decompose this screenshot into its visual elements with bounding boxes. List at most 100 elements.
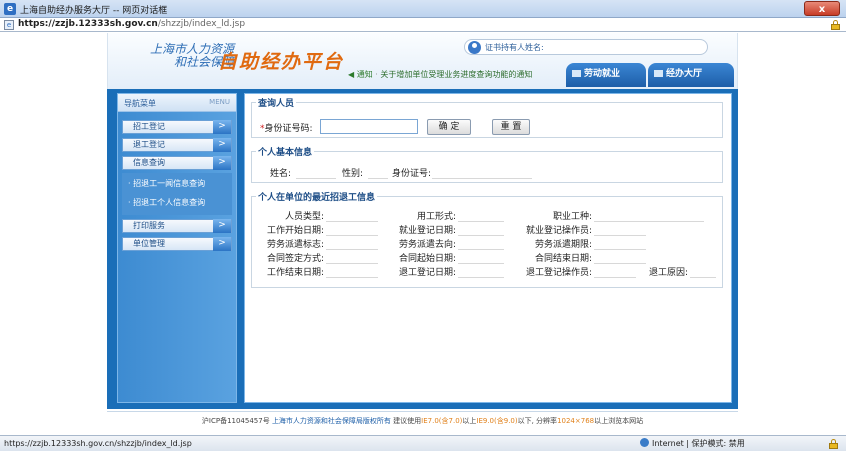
basic-info-fieldset: 个人基本信息 姓名: 性别: 身份证号: bbox=[251, 145, 723, 183]
tab-label: 劳动就业 bbox=[584, 69, 621, 79]
sidebar-subitem-personal-query[interactable]: · 招退工个人信息查询 bbox=[122, 194, 232, 211]
id-label-text: 身份证号码: bbox=[264, 124, 313, 134]
building-icon bbox=[654, 70, 663, 77]
field-value bbox=[326, 221, 378, 222]
certificate-holder: 证书持有人姓名: bbox=[464, 39, 708, 55]
field-label: 合同签定方式: bbox=[266, 254, 324, 264]
sidebar-item-label: 打印服务 bbox=[133, 221, 165, 230]
holder-label: 证书持有人姓名: bbox=[485, 43, 544, 52]
window-title-bar: e 上海自助经办服务大厅 -- 网页对话框 x bbox=[0, 0, 846, 18]
reset-button[interactable]: 重 置 bbox=[492, 119, 530, 135]
browser-hint-d: 以上浏览本网站 bbox=[594, 417, 644, 425]
laptop-icon bbox=[572, 70, 581, 77]
field-value bbox=[594, 249, 646, 250]
field-label: 用工形式: bbox=[416, 212, 456, 222]
ie-icon: e bbox=[4, 3, 16, 15]
globe-icon bbox=[640, 438, 649, 447]
icp-number: 沪ICP备11045457号 bbox=[201, 417, 270, 425]
content-area: 导航菜单 MENU 招工登记 > 退工登记 > 信息查询 > · 招退工一闻信息… bbox=[107, 89, 738, 409]
field-value bbox=[594, 263, 646, 264]
sidebar: 导航菜单 MENU 招工登记 > 退工登记 > 信息查询 > · 招退工一闻信息… bbox=[117, 93, 237, 403]
url-host: https://zzjb.12333sh.gov.cn bbox=[18, 19, 158, 29]
browser-hint-b: 以上 bbox=[462, 417, 477, 425]
field-label: 合同起始日期: bbox=[398, 254, 456, 264]
sidebar-item-print-service[interactable]: 打印服务 > bbox=[122, 219, 232, 233]
browser-ie7: IE7.0(含7.0) bbox=[421, 417, 463, 425]
field-value bbox=[458, 221, 504, 222]
notice-bar[interactable]: ◀ 通知 · 关于增加单位受理业务进度查询功能的通知 bbox=[348, 69, 532, 80]
name-label: 姓名: bbox=[270, 169, 292, 179]
lock-icon[interactable] bbox=[829, 439, 838, 449]
field-value bbox=[326, 263, 378, 264]
id-number-label: *身份证号码: bbox=[260, 121, 313, 134]
sidebar-item-hire-registration[interactable]: 招工登记 > bbox=[122, 120, 232, 134]
user-icon bbox=[468, 41, 481, 54]
notice-link[interactable]: 关于增加单位受理业务进度查询功能的通知 bbox=[380, 70, 532, 79]
sidebar-item-label: 招工登记 bbox=[133, 122, 165, 131]
sidebar-subitem-batch-query[interactable]: · 招退工一闻信息查询 bbox=[122, 175, 232, 192]
gender-value bbox=[368, 178, 388, 179]
browser-hint-c: 以下, 分辨率 bbox=[517, 417, 558, 425]
id-number-input[interactable] bbox=[320, 119, 418, 134]
field-value bbox=[326, 249, 378, 250]
field-value bbox=[594, 277, 636, 278]
window-title: 上海自助经办服务大厅 -- 网页对话框 bbox=[20, 6, 168, 16]
field-value bbox=[594, 235, 646, 236]
field-label: 劳务派遣期限: bbox=[534, 240, 592, 250]
browser-ie9: IE9.0(含9.0) bbox=[476, 417, 518, 425]
field-label: 就业登记操作员: bbox=[525, 226, 592, 236]
id-label: 身份证号: bbox=[392, 169, 432, 179]
zone-label: Internet | 保护模式: 禁用 bbox=[652, 439, 745, 448]
field-value bbox=[458, 263, 504, 264]
field-label: 就业登记日期: bbox=[398, 226, 456, 236]
status-url: https://zzjb.12333sh.gov.cn/shzzjb/index… bbox=[4, 439, 192, 448]
sidebar-item-dismissal-registration[interactable]: 退工登记 > bbox=[122, 138, 232, 152]
sidebar-item-info-query[interactable]: 信息查询 > bbox=[122, 156, 232, 170]
notice-prefix: ◀ 通知 bbox=[348, 70, 373, 79]
sidebar-menu-tag: MENU bbox=[209, 98, 230, 106]
tab-labor-employment[interactable]: 劳动就业 bbox=[566, 63, 646, 87]
field-label: 工作开始日期: bbox=[266, 226, 324, 236]
sidebar-title: 导航菜单 bbox=[124, 99, 156, 108]
id-value bbox=[432, 178, 532, 179]
field-label: 劳务派遣标志: bbox=[266, 240, 324, 250]
field-label: 工作结束日期: bbox=[266, 268, 324, 278]
query-legend: 查询人员 bbox=[258, 99, 295, 109]
address-bar[interactable]: e https://zzjb.12333sh.gov.cn/shzzjb/ind… bbox=[0, 18, 846, 32]
security-zone[interactable]: Internet | 保护模式: 禁用 bbox=[640, 436, 745, 451]
copyright-org: 上海市人力资源和社会保障局版权所有 bbox=[271, 417, 391, 425]
browser-hint-a: 建议使用 bbox=[393, 417, 422, 425]
gender-label: 性别: bbox=[342, 169, 364, 179]
chevron-right-icon: > bbox=[213, 219, 231, 233]
recent-legend: 个人在单位的最近招退工信息 bbox=[258, 193, 376, 203]
tab-label: 经办大厅 bbox=[666, 69, 703, 79]
notice-sep: · bbox=[375, 70, 378, 79]
basic-legend: 个人基本信息 bbox=[258, 148, 313, 158]
address-url[interactable]: https://zzjb.12333sh.gov.cn/shzzjb/index… bbox=[18, 19, 245, 29]
tab-service-hall[interactable]: 经办大厅 bbox=[648, 63, 734, 87]
sidebar-item-label: 单位管理 bbox=[133, 239, 165, 248]
main-panel: 查询人员 *身份证号码: 确 定 重 置 个人基本信息 姓名: 性别: 身份证号… bbox=[244, 93, 732, 403]
sidebar-header: 导航菜单 MENU bbox=[118, 94, 236, 112]
field-label: 退工登记日期: bbox=[398, 268, 456, 278]
field-value bbox=[458, 249, 504, 250]
field-value bbox=[326, 277, 378, 278]
field-label: 人员类型: bbox=[284, 212, 324, 222]
lock-icon[interactable] bbox=[831, 20, 840, 30]
close-button[interactable]: x bbox=[804, 1, 840, 16]
site-footer: 沪ICP备11045457号 上海市人力资源和社会保障局版权所有 建议使用IE7… bbox=[107, 411, 738, 429]
field-value bbox=[594, 221, 704, 222]
name-value bbox=[296, 178, 336, 179]
query-fieldset: 查询人员 *身份证号码: 确 定 重 置 bbox=[251, 96, 723, 138]
chevron-right-icon: > bbox=[213, 237, 231, 251]
confirm-button[interactable]: 确 定 bbox=[427, 119, 471, 135]
field-label: 退工登记操作员: bbox=[525, 268, 592, 278]
field-label: 退工原因: bbox=[648, 268, 688, 278]
sidebar-item-unit-management[interactable]: 单位管理 > bbox=[122, 237, 232, 251]
sidebar-item-label: 退工登记 bbox=[133, 140, 165, 149]
field-value bbox=[690, 277, 716, 278]
status-bar: https://zzjb.12333sh.gov.cn/shzzjb/index… bbox=[0, 435, 846, 451]
recent-records-fieldset: 个人在单位的最近招退工信息 人员类型: 用工形式: 职业工种: 工作开始日期: … bbox=[251, 190, 723, 288]
url-path: /shzzjb/index_ld.jsp bbox=[157, 19, 246, 29]
field-label: 合同结束日期: bbox=[534, 254, 592, 264]
